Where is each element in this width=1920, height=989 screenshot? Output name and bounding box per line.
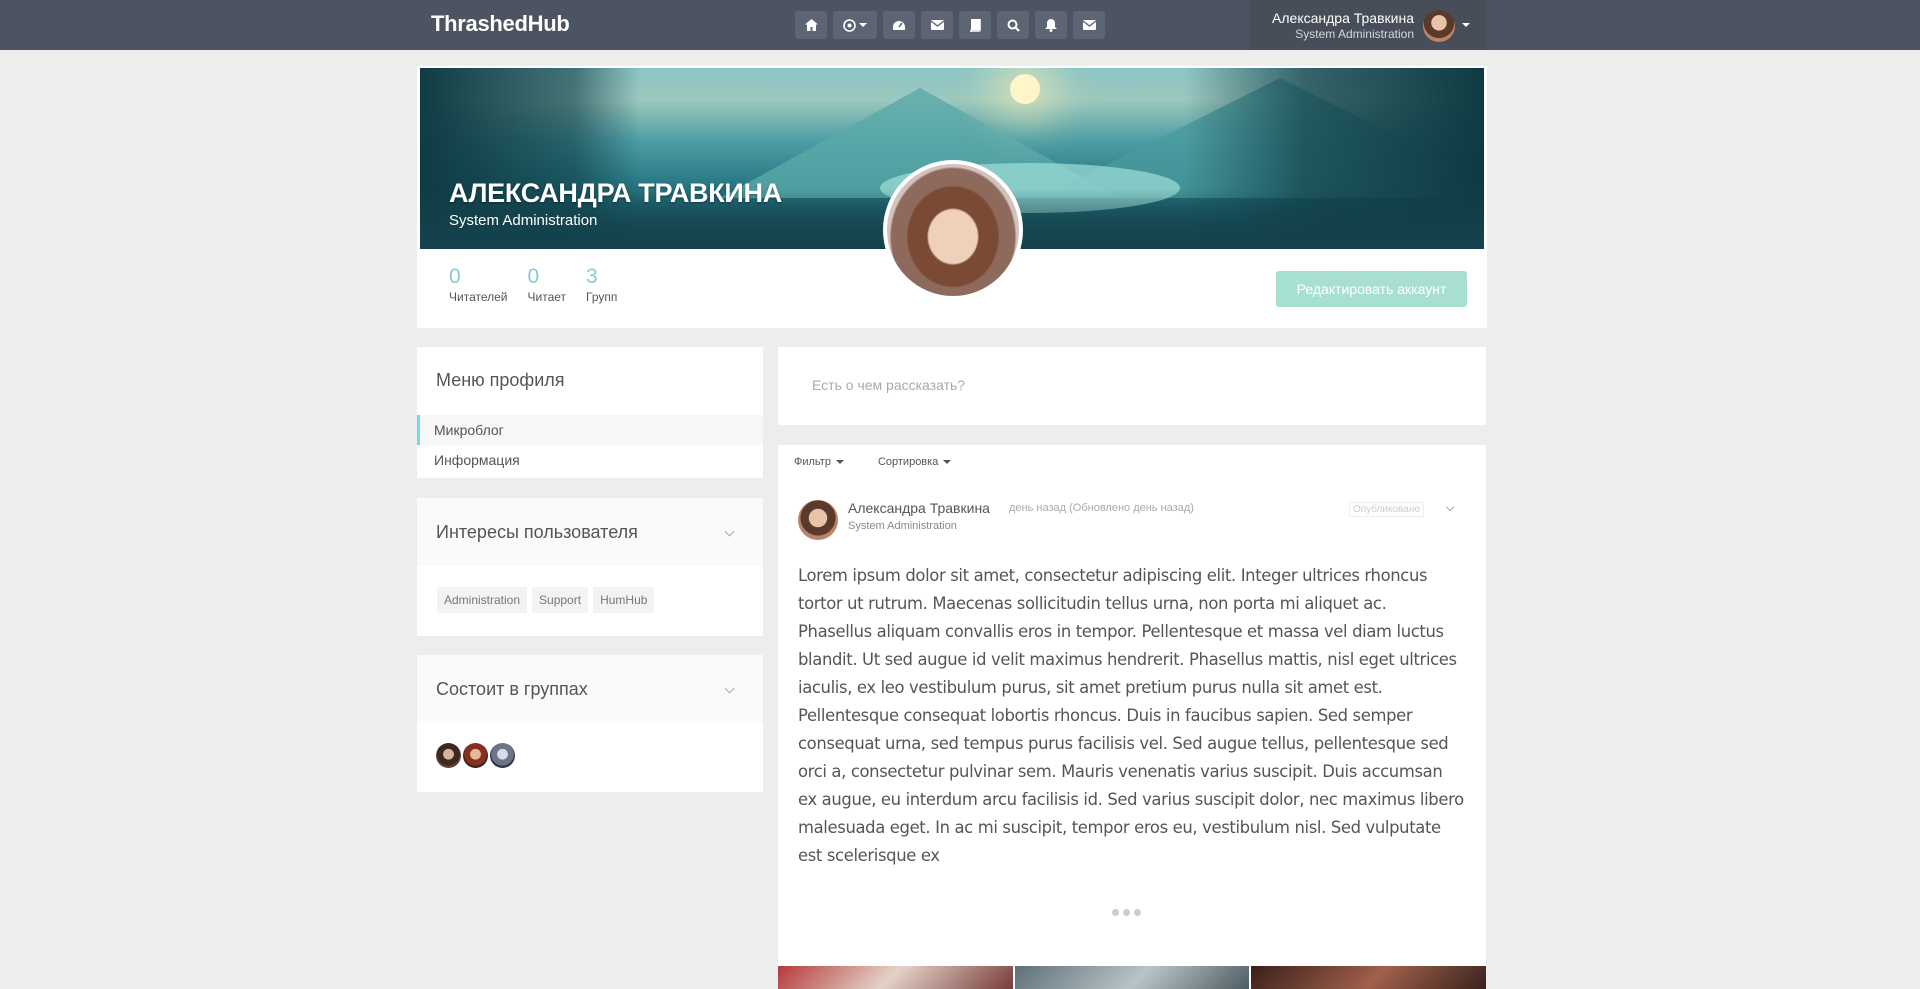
interest-tags: Administration Support HumHub [437,587,655,613]
chevron-down-icon [859,23,867,27]
stream-filter-bar: Фильтр Сортировка [794,456,952,468]
collapse-toggle-icon[interactable] [724,683,735,694]
group-avatar[interactable] [463,743,488,768]
profile-menu-panel: Меню профиля Микроблог Информация [417,347,763,478]
groups-header: Состоит в группах [417,655,763,723]
account-avatar [1423,10,1455,42]
interests-header: Интересы пользователя [417,498,763,566]
interest-tag[interactable]: Administration [437,587,528,613]
groups-panel: Состоит в группах [417,655,763,792]
show-more-button[interactable] [1112,909,1141,916]
interest-tag[interactable]: Support [532,587,589,613]
activity-stream: Фильтр Сортировка Александра Травкина де… [778,445,1487,989]
account-role: System Administration [1295,27,1414,41]
home-icon [804,19,818,31]
dashboard-button[interactable] [883,11,915,39]
mail-button[interactable] [1073,11,1105,39]
top-navbar: ThrashedHub Александра Травкина System A [0,0,1920,50]
stat-value: 0 [449,265,461,288]
messages-button[interactable] [921,11,953,39]
stat-followers[interactable]: 0 Читателей [449,265,508,304]
composer-input[interactable]: Есть о чем рассказать? [812,377,965,393]
profile-role: System Administration [449,212,598,229]
gallery-image[interactable] [1251,966,1487,989]
profile-avatar[interactable] [883,160,1023,300]
stat-label: Групп [586,290,618,304]
home-button[interactable] [795,11,827,39]
envelope-icon [930,20,944,30]
dot-icon [1134,909,1141,916]
post-timestamp[interactable]: день назад (Обновлено день назад) [1009,502,1194,514]
book-icon [970,18,981,32]
menu-item-microblog[interactable]: Микроблог [417,415,763,445]
chevron-down-icon [943,460,952,464]
top-nav-menu [795,11,1105,39]
mail-icon [1082,20,1096,30]
stat-groups[interactable]: 3 Групп [586,265,617,304]
chevron-down-icon [1462,23,1470,27]
groups-title: Состоит в группах [436,679,588,699]
gallery-image[interactable] [1014,966,1250,989]
gallery-image[interactable] [778,966,1013,989]
search-button[interactable] [997,11,1029,39]
group-avatars [436,743,515,768]
collapse-toggle-icon[interactable] [724,526,735,537]
account-name: Александра Травкина [1272,10,1414,26]
group-avatar[interactable] [490,743,515,768]
profile-stats: 0 Читателей 0 Читает 3 Групп [449,265,617,304]
chevron-down-icon [835,460,844,464]
search-icon [1007,19,1020,32]
dot-icon [1112,909,1119,916]
spaces-dropdown-button[interactable] [833,11,877,39]
interests-title: Интересы пользователя [436,522,638,542]
post-image-gallery [778,966,1487,989]
post-body: Lorem ipsum dolor sit amet, consectetur … [798,566,1464,865]
post-author-role: System Administration [848,520,957,532]
brand-logo[interactable]: ThrashedHub [431,11,570,37]
account-dropdown[interactable]: Александра Травкина System Administratio… [1249,0,1487,50]
profile-menu-title: Меню профиля [436,370,565,390]
group-avatar[interactable] [436,743,461,768]
status-badge: Опубликовано [1349,502,1424,517]
stat-label: Читателей [449,290,508,304]
menu-item-info[interactable]: Информация [417,445,763,475]
directory-button[interactable] [959,11,991,39]
stat-following[interactable]: 0 Читает [528,265,567,304]
post-author-name[interactable]: Александра Травкина [848,500,990,516]
bell-icon [1045,18,1057,32]
target-icon [843,18,856,32]
interests-panel: Интересы пользователя Administration Sup… [417,498,763,636]
interest-tag[interactable]: HumHub [593,587,655,613]
dot-icon [1123,909,1130,916]
stat-label: Читает [527,290,567,304]
filter-dropdown[interactable]: Фильтр [794,456,844,468]
stat-value: 3 [586,265,598,288]
notifications-button[interactable] [1035,11,1067,39]
post-author-avatar[interactable] [798,500,838,540]
edit-account-button[interactable]: Редактировать аккаунт [1276,271,1467,307]
post-menu-chevron-icon[interactable] [1445,502,1455,512]
filter-label: Фильтр [794,456,831,468]
stat-value: 0 [527,265,540,288]
dashboard-icon [893,20,905,30]
profile-name: АЛЕКСАНДРА ТРАВКИНА [449,178,782,208]
sort-label: Сортировка [877,456,939,468]
sort-dropdown[interactable]: Сортировка [877,456,952,468]
post-composer[interactable]: Есть о чем рассказать? [778,347,1486,425]
